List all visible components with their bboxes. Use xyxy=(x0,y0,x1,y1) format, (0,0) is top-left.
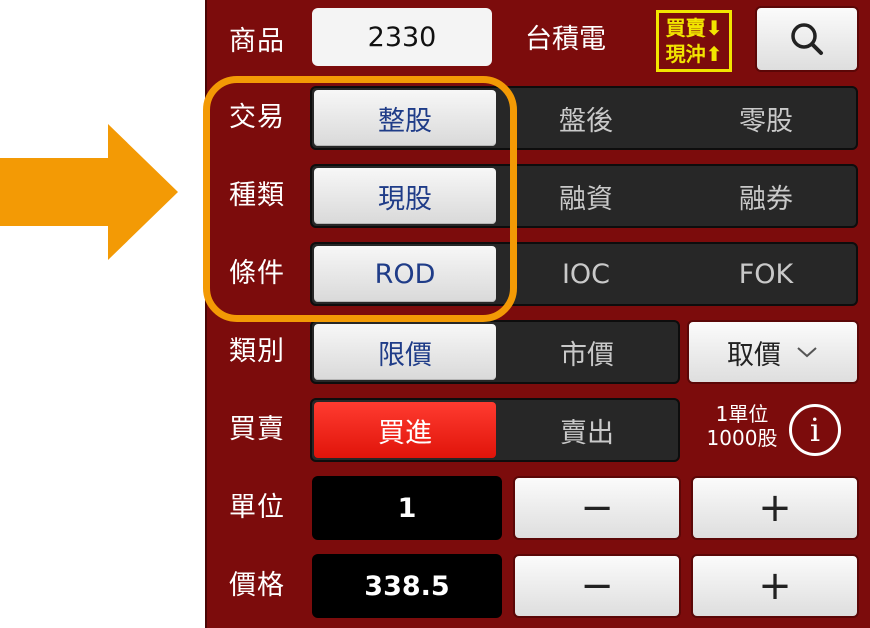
stock-name: 台積電 xyxy=(525,24,606,55)
unit-label: 單位 xyxy=(229,492,285,523)
pointer-arrow-icon xyxy=(0,124,178,260)
price-minus-button[interactable]: − xyxy=(513,554,681,618)
price-label: 價格 xyxy=(229,570,285,601)
arrow-up-icon: ⬆ xyxy=(705,42,723,66)
side-label: 買賣 xyxy=(229,414,285,445)
info-icon[interactable]: i xyxy=(789,404,841,456)
category-segmented-control: 限價 市價 xyxy=(310,320,680,384)
category-option-limit[interactable]: 限價 xyxy=(314,324,496,380)
stock-code-input[interactable]: 2330 xyxy=(312,8,492,66)
highlight-frame xyxy=(203,76,517,322)
trade-option-after-hours[interactable]: 盤後 xyxy=(496,88,676,148)
price-source-label: 取價 xyxy=(727,339,781,371)
side-option-buy[interactable]: 買進 xyxy=(314,402,496,458)
unit-plus-button[interactable]: + xyxy=(691,476,859,540)
search-button[interactable] xyxy=(755,6,859,72)
swap-line2: 現沖 xyxy=(665,42,706,66)
category-option-market[interactable]: 市價 xyxy=(496,322,678,382)
price-source-dropdown[interactable]: 取價 xyxy=(687,320,859,384)
side-segmented-control: 買進 賣出 xyxy=(310,398,680,462)
unit-minus-button[interactable]: − xyxy=(513,476,681,540)
swap-line1: 買賣 xyxy=(665,16,706,40)
kind-option-margin[interactable]: 融資 xyxy=(496,166,676,226)
condition-option-ioc[interactable]: IOC xyxy=(496,244,676,304)
kind-option-short[interactable]: 融券 xyxy=(676,166,856,226)
category-label: 類別 xyxy=(229,336,285,367)
trade-option-odd-lot[interactable]: 零股 xyxy=(676,88,856,148)
price-input[interactable]: 338.5 xyxy=(312,554,502,618)
unit-quantity-input[interactable]: 1 xyxy=(312,476,502,540)
product-label: 商品 xyxy=(229,26,285,57)
price-plus-button[interactable]: + xyxy=(691,554,859,618)
unit-info-line2: 1000股 xyxy=(706,426,778,450)
search-icon xyxy=(791,23,823,55)
arrow-down-icon: ⬇ xyxy=(705,16,723,40)
day-trade-toggle[interactable]: 買賣 ⬇ 現沖 ⬆ xyxy=(656,10,732,72)
unit-info-line1: 1單位 xyxy=(715,402,769,426)
condition-option-fok[interactable]: FOK xyxy=(676,244,856,304)
side-option-sell[interactable]: 賣出 xyxy=(496,400,678,460)
chevron-down-icon xyxy=(797,347,817,358)
unit-info: 1單位 1000股 xyxy=(697,402,787,450)
